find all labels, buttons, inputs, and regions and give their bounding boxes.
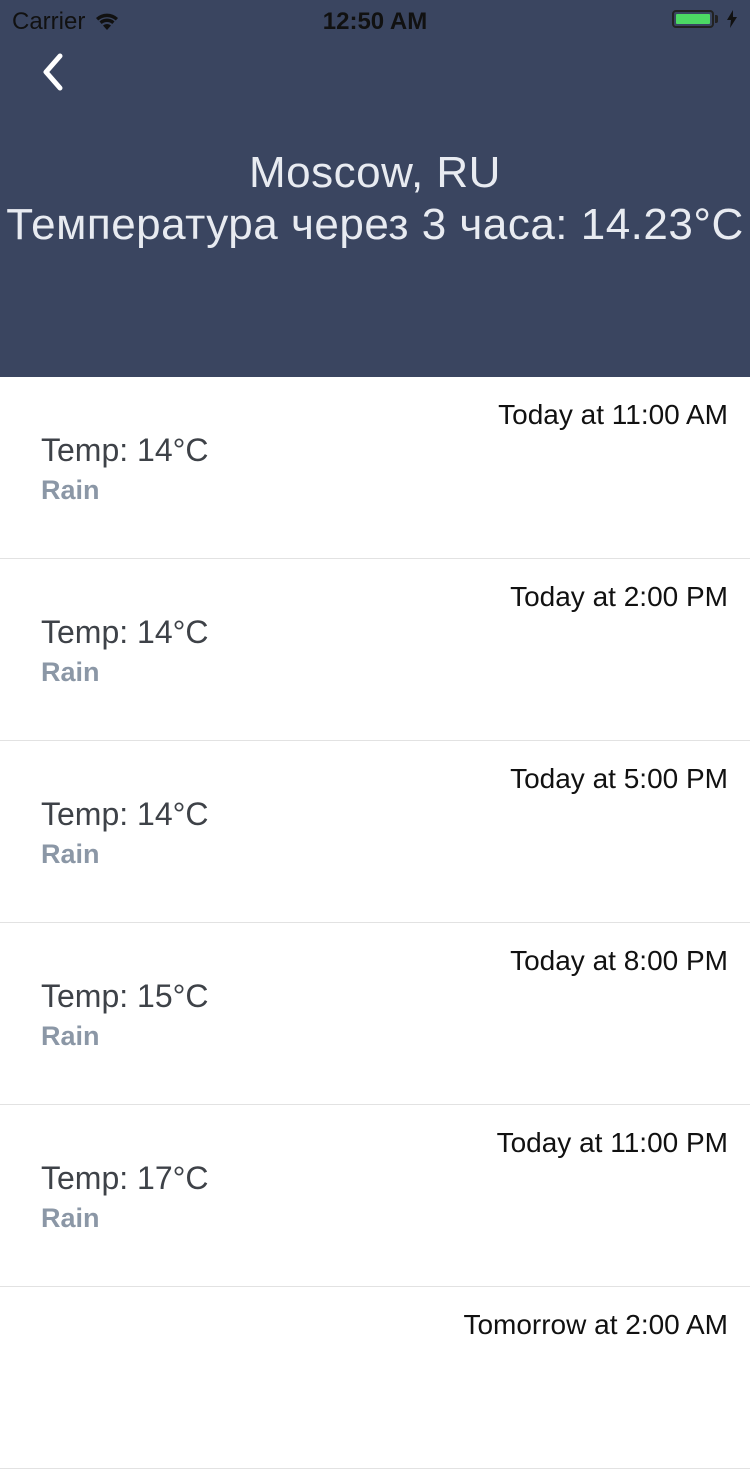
forecast-time: Tomorrow at 2:00 AM [463, 1309, 728, 1340]
forecast-condition: Rain [41, 657, 100, 687]
status-bar: Carrier 12:50 AM [0, 0, 750, 40]
forecast-summary: Температура через 3 часа: 14.23°C [6, 200, 744, 249]
forecast-condition: Rain [41, 475, 100, 505]
forecast-time: Today at 11:00 AM [498, 399, 728, 430]
battery-tip [715, 15, 718, 23]
battery-indicator [672, 10, 738, 28]
forecast-time: Today at 5:00 PM [510, 763, 728, 794]
forecast-row[interactable]: Today at 11:00 PM Temp: 17°C Rain [0, 1105, 750, 1287]
forecast-row[interactable]: Today at 11:00 AM Temp: 14°C Rain [0, 377, 750, 559]
forecast-condition: Rain [41, 839, 100, 869]
forecast-temp: Temp: 14°C [41, 614, 209, 650]
forecast-row[interactable]: Today at 2:00 PM Temp: 14°C Rain [0, 559, 750, 741]
forecast-time: Today at 8:00 PM [510, 945, 728, 976]
forecast-time: Today at 11:00 PM [496, 1127, 728, 1158]
header: Carrier 12:50 AM Moscow, RU Температура … [0, 0, 750, 377]
battery-fill [676, 14, 710, 24]
forecast-temp: Temp: 14°C [41, 432, 209, 468]
battery-icon [672, 10, 714, 28]
chevron-left-icon [43, 53, 63, 91]
forecast-time: Today at 2:00 PM [510, 581, 728, 612]
charging-bolt-icon [727, 10, 737, 28]
forecast-list[interactable]: Today at 11:00 AM Temp: 14°C Rain Today … [0, 377, 750, 1469]
forecast-condition: Rain [41, 1021, 100, 1051]
city-title: Moscow, RU [249, 148, 501, 197]
forecast-condition: Rain [41, 1203, 100, 1233]
forecast-temp: Temp: 14°C [41, 796, 209, 832]
forecast-row[interactable]: Today at 8:00 PM Temp: 15°C Rain [0, 923, 750, 1105]
forecast-row[interactable]: Tomorrow at 2:00 AM [0, 1287, 750, 1469]
forecast-temp: Temp: 15°C [41, 978, 209, 1014]
status-time: 12:50 AM [322, 8, 428, 35]
forecast-row[interactable]: Today at 5:00 PM Temp: 14°C Rain [0, 741, 750, 923]
back-button[interactable] [30, 48, 78, 96]
forecast-temp: Temp: 17°C [41, 1160, 209, 1196]
